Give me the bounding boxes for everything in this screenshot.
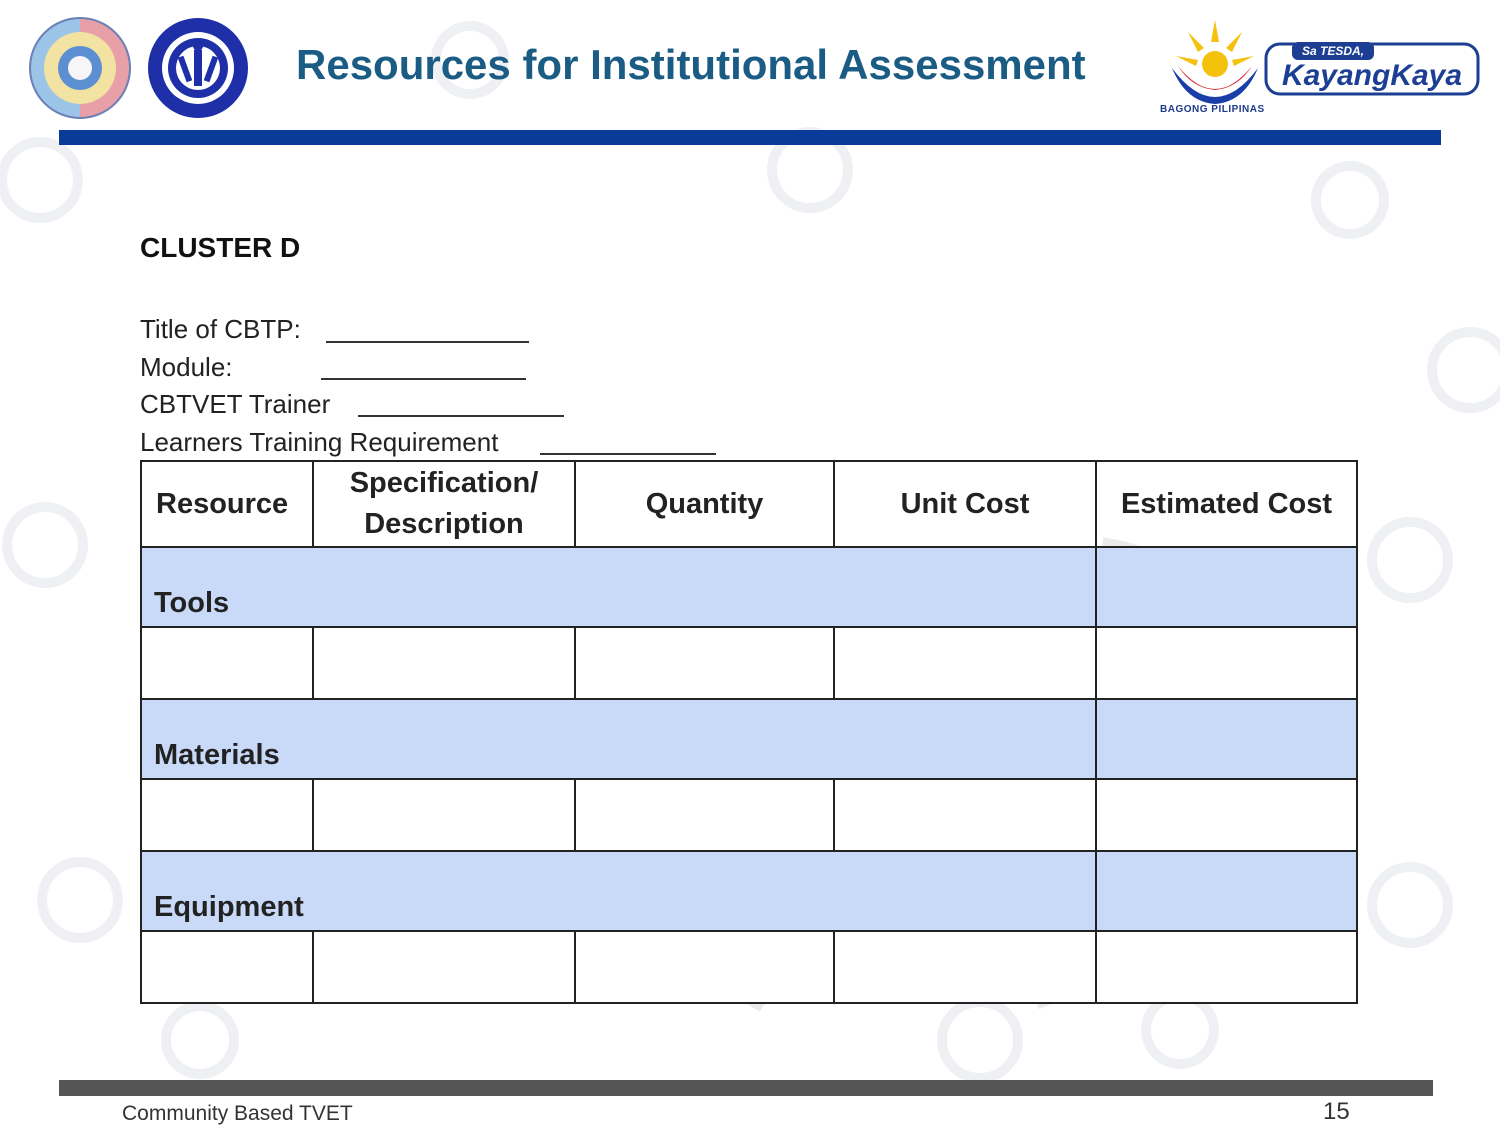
table-cell[interactable]: [574, 778, 835, 852]
bagong-pilipinas-label: BAGONG PILIPINAS: [1160, 104, 1265, 115]
table-cell[interactable]: [140, 626, 314, 700]
table-cell[interactable]: [312, 626, 576, 700]
col-header-unit-cost: Unit Cost: [833, 460, 1097, 548]
field-label-learners: Learners Training Requirement: [140, 427, 499, 457]
category-label-tools: Tools: [140, 546, 1097, 628]
table-row: [140, 778, 1358, 852]
cluster-heading: CLUSTER D: [140, 232, 301, 263]
cbtvet-wheel-logo: [29, 17, 131, 119]
field-label-module: Module:: [140, 352, 233, 382]
field-label-title: Title of CBTP:: [140, 314, 301, 344]
resource-table: Resource Specification/ Description Quan…: [140, 460, 1358, 1004]
category-row-materials: Materials: [140, 698, 1358, 780]
tesda-badge-main-text: KayangKaya: [1282, 59, 1462, 92]
page-number: 15: [1323, 1098, 1350, 1125]
table-cell[interactable]: [312, 778, 576, 852]
col-header-resource: Resource: [140, 460, 314, 548]
table-cell[interactable]: [833, 778, 1097, 852]
table-cell[interactable]: [140, 930, 314, 1004]
col-header-specification: Specification/ Description: [312, 460, 576, 548]
category-row-tools: Tools: [140, 546, 1358, 628]
table-cell[interactable]: [574, 930, 835, 1004]
category-label-materials: Materials: [140, 698, 1097, 780]
table-row: [140, 930, 1358, 1004]
table-cell[interactable]: [140, 778, 314, 852]
category-cell: [1095, 850, 1358, 932]
table-cell[interactable]: [833, 930, 1097, 1004]
module-blank-line: [321, 378, 526, 380]
category-cell: [1095, 546, 1358, 628]
footer-bar: [59, 1080, 1433, 1096]
table-row: [140, 626, 1358, 700]
learners-blank-line: [540, 453, 716, 455]
category-cell: [1095, 698, 1358, 780]
table-cell[interactable]: [833, 626, 1097, 700]
category-row-equipment: Equipment: [140, 850, 1358, 932]
table-cell[interactable]: [1095, 930, 1358, 1004]
page-title: Resources for Institutional Assessment: [296, 41, 1086, 88]
title-blank-line: [326, 341, 529, 343]
table-cell[interactable]: [1095, 778, 1358, 852]
category-label-equipment: Equipment: [140, 850, 1097, 932]
table-cell[interactable]: [312, 930, 576, 1004]
tesda-seal-logo: [148, 18, 248, 118]
table-cell[interactable]: [1095, 626, 1358, 700]
header-bar: [59, 130, 1441, 145]
table-header-row: Resource Specification/ Description Quan…: [140, 460, 1358, 548]
col-header-quantity: Quantity: [574, 460, 835, 548]
sa-tesda-kayang-kaya-logo: Sa TESDA, KayangKaya: [1264, 42, 1480, 96]
col-header-estimated-cost: Estimated Cost: [1095, 460, 1358, 548]
field-label-trainer: CBTVET Trainer: [140, 389, 331, 419]
table-cell[interactable]: [574, 626, 835, 700]
trainer-blank-line: [358, 415, 564, 417]
tesda-badge-top-text: Sa TESDA,: [1302, 44, 1364, 58]
footer-text: Community Based TVET: [122, 1102, 353, 1125]
